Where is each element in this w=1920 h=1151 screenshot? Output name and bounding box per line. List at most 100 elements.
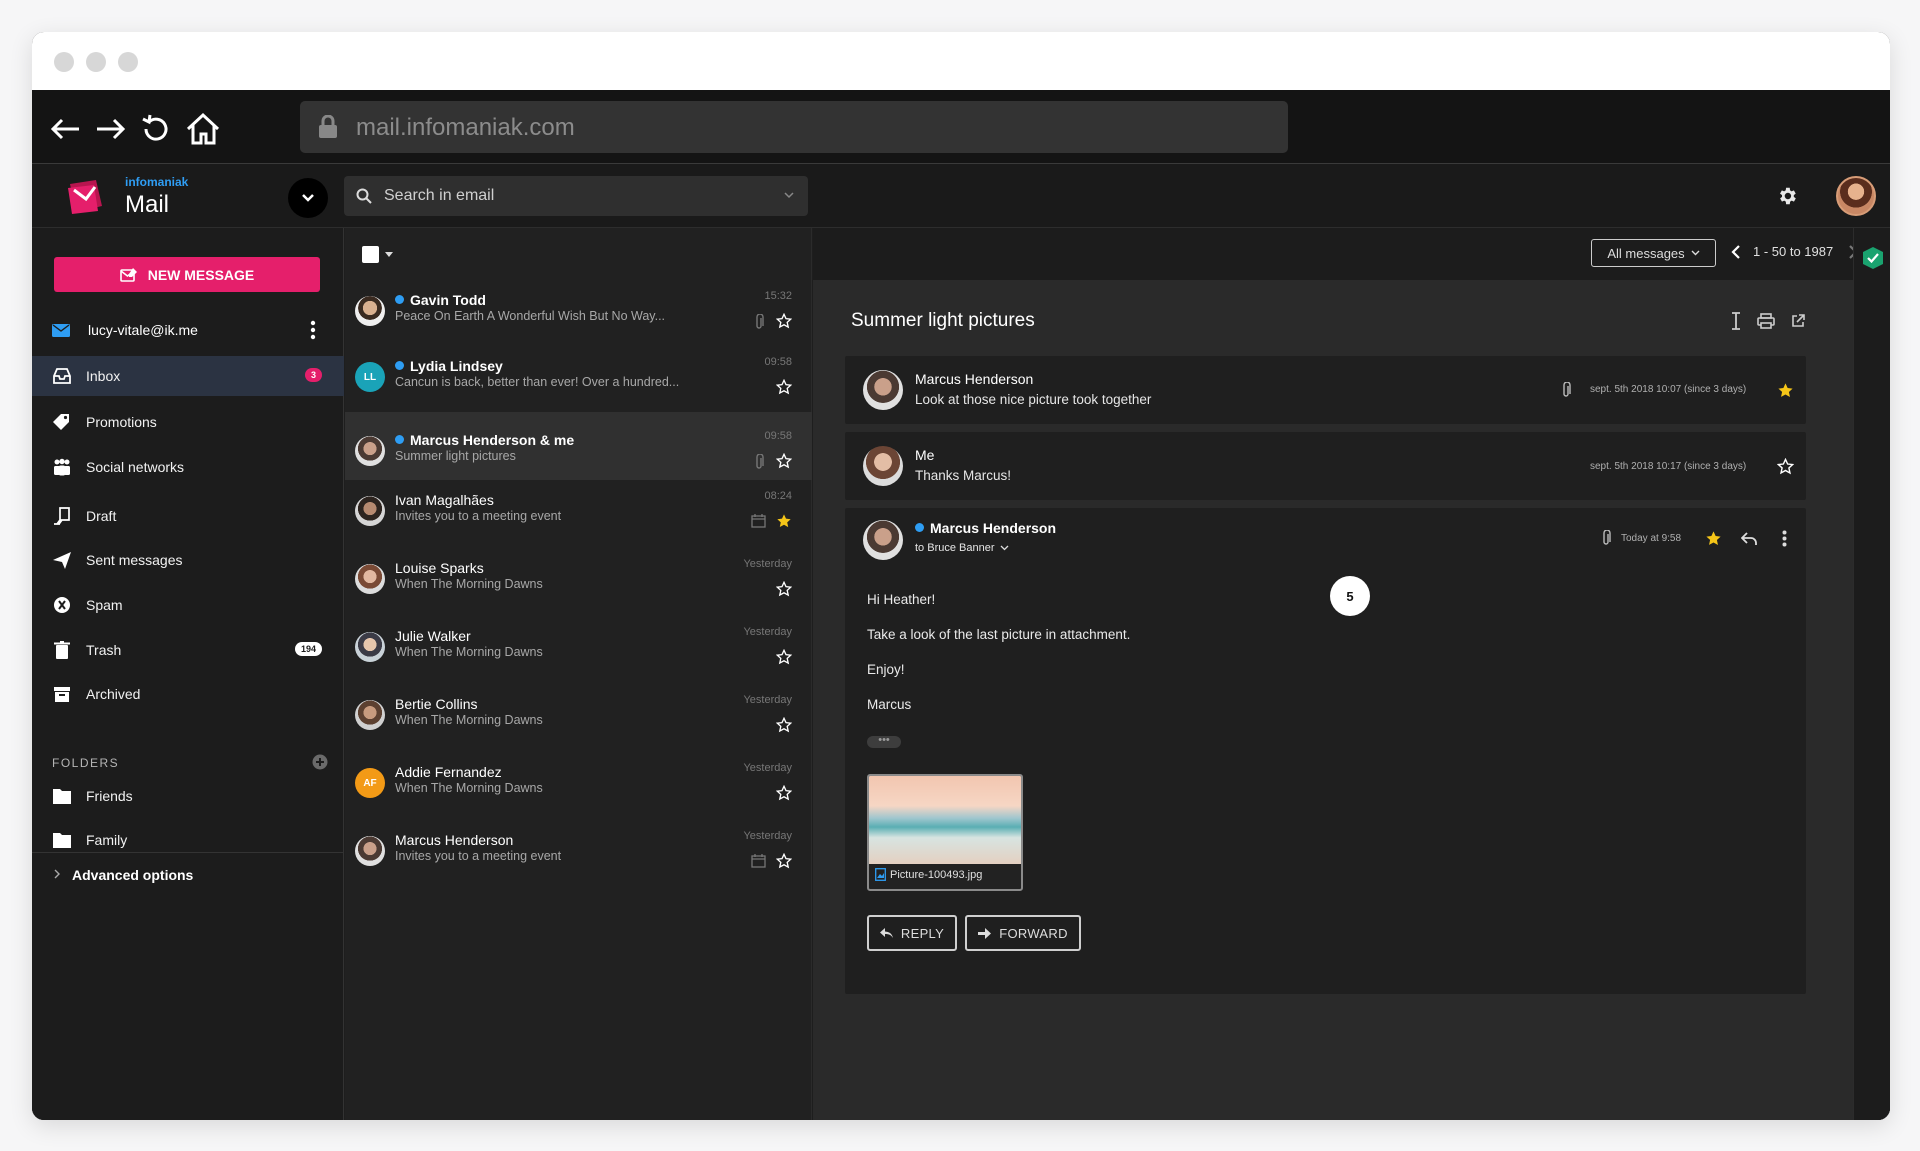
sidebar-item-spam[interactable]: Spam [32,585,344,625]
sidebar-item-promotions[interactable]: Promotions [32,402,344,442]
compose-icon [119,267,137,282]
more-vertical-icon[interactable] [1782,530,1787,547]
forward-icon[interactable] [92,110,130,148]
unread-dot-icon [395,435,404,444]
star-outline-icon[interactable] [1777,458,1794,475]
message-row[interactable]: Marcus Henderson Invites you to a meetin… [345,822,812,890]
message-row[interactable]: LL Lydia Lindsey Cancun is back, better … [345,346,812,414]
chevron-left-icon[interactable] [1731,244,1741,260]
window-close-dot[interactable] [54,52,74,72]
message-row[interactable]: Bertie Collins When The Morning Dawns Ye… [345,686,812,754]
list-toolbar [345,228,811,280]
avatar [355,632,385,662]
folders-heading: FOLDERS [52,756,120,770]
user-avatar[interactable] [1836,176,1876,216]
star-outline-icon[interactable] [776,379,792,395]
reply-button[interactable]: REPLY [867,915,957,951]
search-input[interactable]: Search in email [344,176,808,216]
text-cursor-icon[interactable] [1730,312,1742,330]
star-outline-icon[interactable] [776,649,792,665]
kdrive-app-icon[interactable] [1862,246,1884,270]
home-icon[interactable] [184,110,222,148]
window-maximize-dot[interactable] [118,52,138,72]
attachment-icon [756,314,764,329]
timestamp: Yesterday [743,694,792,706]
print-icon[interactable] [1757,313,1775,329]
timestamp: Yesterday [743,830,792,842]
account-email: lucy-vitale@ik.me [88,322,198,338]
sender-name-text: Gavin Todd [410,292,486,308]
subject: Invites you to a meeting event [395,849,562,863]
attachment-icon [1603,530,1611,545]
message-date: sept. 5th 2018 10:07 (since 3 days) [1590,384,1747,395]
advanced-options-label: Advanced options [72,867,194,883]
filter-label: All messages [1607,245,1685,261]
sidebar-item-label: Trash [86,642,122,658]
unread-dot-icon [915,523,924,532]
recipients-toggle[interactable]: to Bruce Banner [915,542,1009,554]
add-folder-icon[interactable] [312,754,328,770]
settings-gear-icon[interactable] [1776,185,1798,207]
star-outline-icon[interactable] [776,453,792,469]
sidebar-item-trash[interactable]: Trash 194 [32,630,344,670]
message-row[interactable]: Louise Sparks When The Morning Dawns Yes… [345,550,812,618]
address-bar[interactable]: mail.infomaniak.com [300,101,1288,153]
conversation-panel: Summer light pictures Marcus Henderson L… [813,280,1853,1120]
chevron-down-icon[interactable] [385,252,393,257]
star-outline-icon[interactable] [776,717,792,733]
avatar [863,446,903,486]
star-outline-icon[interactable] [776,853,792,869]
window-minimize-dot[interactable] [86,52,106,72]
pagination-label: 1 - 50 to 1987 [1753,244,1834,259]
avatar [355,436,385,466]
select-all-checkbox[interactable] [362,246,379,263]
calendar-icon [751,514,766,528]
star-filled-icon[interactable] [1777,382,1794,399]
people-icon [54,458,70,476]
trash-icon [54,641,70,659]
account-row[interactable]: lucy-vitale@ik.me [52,318,322,342]
message-row[interactable]: Ivan Magalhães Invites you to a meeting … [345,482,812,550]
collapsed-message[interactable]: Marcus Henderson Look at those nice pict… [845,356,1806,424]
reply-icon [879,927,893,938]
sidebar-item-inbox[interactable]: Inbox 3 [32,356,344,396]
thread-count-badge[interactable]: 5 [1330,576,1370,616]
star-filled-icon[interactable] [1705,530,1722,547]
chevron-down-icon[interactable] [784,192,794,199]
timestamp: Yesterday [743,626,792,638]
show-quoted-text-button[interactable]: ••• [867,735,901,748]
message-row[interactable]: Julie Walker When The Morning Dawns Yest… [345,618,812,686]
message-row[interactable]: Gavin Todd Peace On Earth A Wonderful Wi… [345,280,812,348]
star-outline-icon[interactable] [776,785,792,801]
message-row[interactable]: AF Addie Fernandez When The Morning Dawn… [345,754,812,822]
url-text: mail.infomaniak.com [356,114,575,141]
reply-icon[interactable] [1741,532,1757,546]
star-outline-icon[interactable] [776,313,792,329]
spam-icon [54,597,70,613]
sidebar-item-draft[interactable]: Draft [32,496,344,536]
collapsed-message[interactable]: Me Thanks Marcus! sept. 5th 2018 10:17 (… [845,432,1806,500]
sidebar-item-archived[interactable]: Archived [32,674,344,714]
sidebar-item-sent[interactable]: Sent messages [32,540,344,580]
back-icon[interactable] [46,110,84,148]
timestamp: Yesterday [743,558,792,570]
message-filter-select[interactable]: All messages [1591,239,1716,267]
more-vertical-icon[interactable] [310,320,316,340]
sidebar-folder-friends[interactable]: Friends [32,776,344,816]
star-outline-icon[interactable] [776,581,792,597]
forward-button[interactable]: FORWARD [965,915,1081,951]
message-row-selected[interactable]: Marcus Henderson & me Summer light pictu… [345,412,812,480]
mail-account-icon [52,323,70,337]
account-switcher-button[interactable] [288,178,328,218]
attachment-thumbnail[interactable]: Picture-100493.jpg [867,774,1023,891]
star-filled-icon[interactable] [776,513,792,529]
reload-icon[interactable] [136,110,174,148]
advanced-options-toggle[interactable]: Advanced options [32,852,344,892]
avatar-initials: LL [355,362,385,392]
subject: Summer light pictures [395,449,516,463]
sidebar-item-social-networks[interactable]: Social networks [32,447,344,487]
open-external-icon[interactable] [1791,314,1805,328]
new-message-button[interactable]: NEW MESSAGE [54,257,320,292]
message-preview: Thanks Marcus! [915,468,1012,483]
side-app-rail [1853,228,1890,1120]
